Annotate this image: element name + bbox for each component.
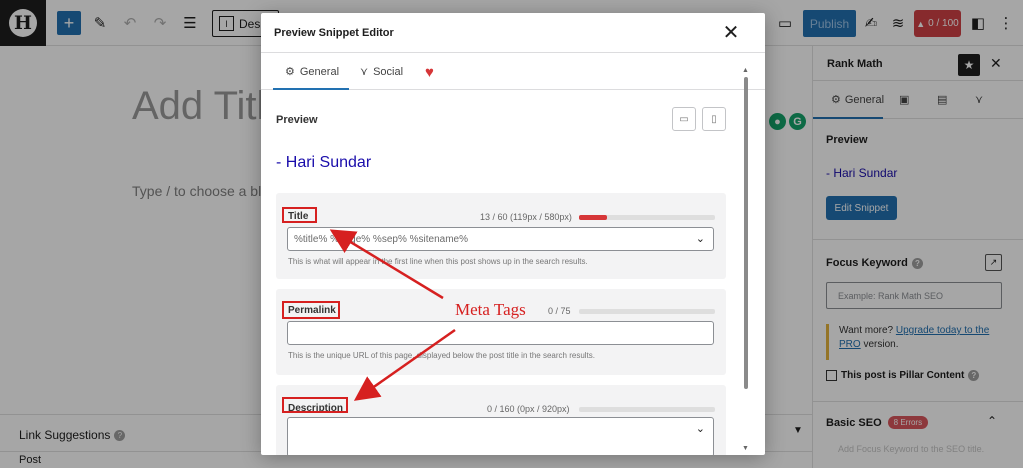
preview-snippet-editor-modal: Preview Snippet Editor ✕ ⚙ General ⋎ Soc… [261, 13, 765, 455]
gear-icon: ⚙ [285, 66, 295, 78]
title-length-bar [579, 215, 715, 220]
close-icon[interactable]: ✕ [720, 21, 742, 44]
title-length-bar-fill [579, 215, 607, 220]
mobile-preview-button[interactable]: ▯ [702, 107, 726, 131]
modal-tabs: ⚙ General ⋎ Social [261, 53, 765, 90]
permalink-field-group: Permalink 0 / 75 This is the unique URL … [276, 289, 726, 375]
heart-icon[interactable]: ♥ [425, 64, 434, 81]
description-textarea[interactable]: ⌄ [287, 417, 714, 455]
title-field-group: Title 13 / 60 (119px / 580px) %title% %p… [276, 193, 726, 279]
permalink-help-text: This is the unique URL of this page, dis… [288, 351, 595, 360]
description-length-bar [579, 407, 715, 412]
tab-general-label: General [299, 65, 340, 78]
description-field-label: Description [288, 403, 344, 414]
permalink-input[interactable] [287, 321, 714, 345]
title-char-count: 13 / 60 (119px / 580px) [480, 212, 572, 222]
title-help-text: This is what will appear in the first li… [288, 257, 588, 266]
chevron-down-icon[interactable]: ⌄ [696, 422, 705, 435]
modal-title: Preview Snippet Editor [274, 27, 394, 39]
description-char-count: 0 / 160 (0px / 920px) [487, 404, 570, 414]
modal-header: Preview Snippet Editor ✕ [261, 13, 765, 53]
description-field-group: Description 0 / 160 (0px / 920px) ⌄ [276, 385, 726, 455]
desktop-preview-button[interactable]: ▭ [672, 107, 696, 131]
permalink-char-count: 0 / 75 [548, 306, 571, 316]
preview-snippet-title: - Hari Sundar [276, 154, 372, 171]
permalink-field-label: Permalink [288, 305, 336, 316]
scrollbar-thumb[interactable] [744, 77, 748, 389]
scrollbar[interactable]: ▲ ▼ [742, 67, 750, 455]
tab-social-label: Social [373, 65, 404, 78]
title-input[interactable]: %title% %page% %sep% %sitename% ⌄ [287, 227, 714, 251]
social-share-icon: ⋎ [360, 66, 369, 78]
active-tab-indicator [273, 88, 349, 90]
scroll-up-icon[interactable]: ▲ [742, 67, 749, 74]
chevron-down-icon[interactable]: ⌄ [696, 232, 705, 245]
tab-general[interactable]: ⚙ General [285, 65, 340, 79]
title-field-label: Title [288, 211, 309, 222]
title-input-value: %title% %page% %sep% %sitename% [294, 233, 468, 245]
scroll-down-icon[interactable]: ▼ [742, 445, 749, 452]
preview-label: Preview [276, 114, 318, 126]
tab-social[interactable]: ⋎ Social [360, 65, 404, 79]
permalink-length-bar [579, 309, 715, 314]
